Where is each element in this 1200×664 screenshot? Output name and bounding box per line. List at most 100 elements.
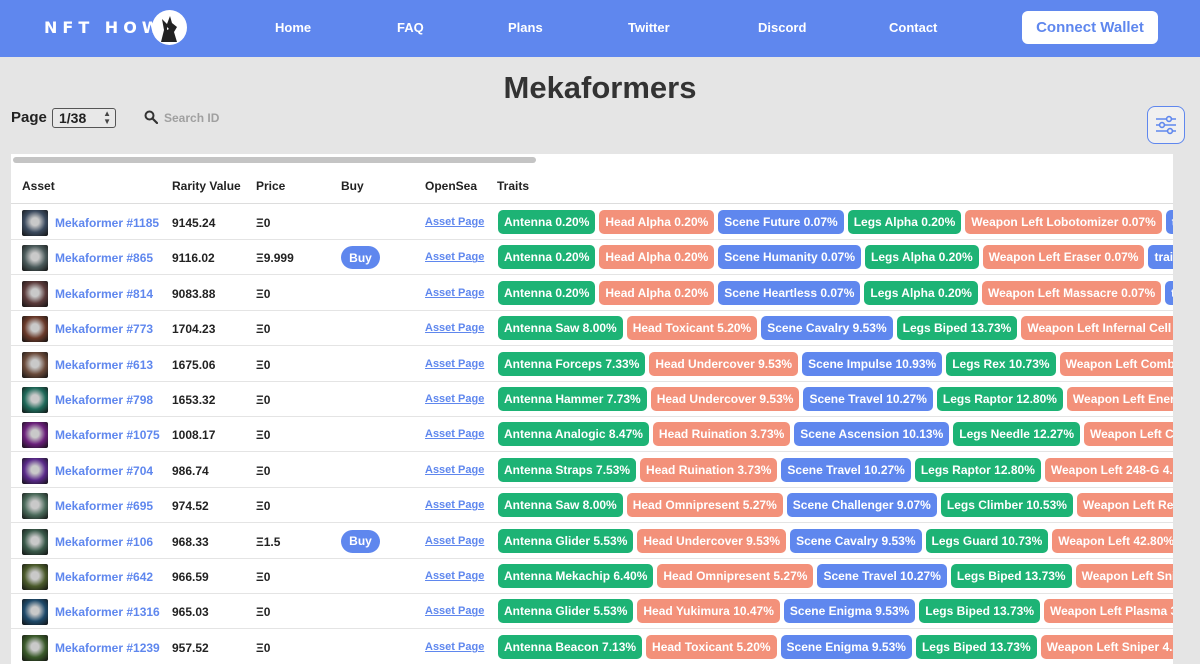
trait-badge[interactable]: Head Ruination 3.73% (652, 422, 791, 447)
asset-thumbnail[interactable] (22, 493, 48, 520)
asset-thumbnail[interactable] (22, 422, 48, 449)
trait-badge[interactable]: Weapon Left Com (1084, 422, 1173, 447)
trait-badge[interactable]: Weapon Left Lobotomizer 0.07% (965, 210, 1162, 234)
trait-badge[interactable]: Antenna Analogic 8.47% (498, 422, 649, 447)
trait-badge[interactable]: Antenna Glider 5.53% (498, 599, 634, 624)
asset-thumbnail[interactable] (22, 210, 48, 236)
trait-badge[interactable]: Legs Raptor 12.80% (914, 457, 1041, 482)
opensea-asset-page-link[interactable]: Asset Page (425, 535, 484, 547)
trait-badge[interactable]: Head Omnipresent 5.27% (626, 493, 783, 518)
trait-badge[interactable]: Weapon Left Eraser 0.07% (982, 245, 1145, 270)
trait-badge[interactable]: Legs Climber 10.53% (940, 493, 1073, 518)
trait-badge[interactable]: Scene Travel 10.27% (803, 387, 933, 411)
trait-badge[interactable]: Head Yukimura 10.47% (637, 599, 780, 624)
trait-badge[interactable]: Scene Travel 10.27% (781, 457, 911, 482)
trait-badge[interactable]: Scene Heartless 0.07% (718, 280, 861, 305)
trait-badge[interactable]: Antenna 0.20% (498, 245, 596, 270)
nav-faq-link[interactable]: FAQ (397, 20, 424, 35)
trait-badge[interactable]: Head Toxicant 5.20% (646, 634, 777, 659)
trait-badge[interactable]: Weapon Left Energ (1066, 387, 1173, 411)
trait-badge[interactable]: tra (1165, 280, 1173, 305)
trait-badge[interactable]: Legs Needle 12.27% (953, 422, 1080, 447)
asset-name-link[interactable]: Mekaformer #1185 (55, 216, 159, 230)
trait-badge[interactable]: Head Undercover 9.53% (637, 528, 787, 553)
filter-button[interactable] (1147, 106, 1185, 144)
trait-badge[interactable]: Head Toxicant 5.20% (626, 316, 758, 341)
trait-badge[interactable]: Legs Rex 10.73% (946, 351, 1056, 376)
connect-wallet-button[interactable]: Connect Wallet (1022, 11, 1158, 44)
nav-contact-link[interactable]: Contact (889, 20, 937, 35)
trait-badge[interactable]: Head Alpha 0.20% (599, 280, 715, 305)
opensea-asset-page-link[interactable]: Asset Page (425, 499, 484, 511)
asset-name-link[interactable]: Mekaformer #695 (55, 499, 153, 513)
trait-badge[interactable]: Antenna Saw 8.00% (498, 493, 623, 518)
trait-badge[interactable]: Legs Biped 13.73% (915, 634, 1037, 659)
trait-badge[interactable]: Scene Travel 10.27% (817, 564, 947, 588)
asset-thumbnail[interactable] (22, 316, 48, 343)
opensea-asset-page-link[interactable]: Asset Page (425, 393, 484, 405)
opensea-asset-page-link[interactable]: Asset Page (425, 251, 484, 263)
nav-plans-link[interactable]: Plans (508, 20, 543, 35)
asset-thumbnail[interactable] (22, 245, 48, 272)
trait-badge[interactable]: Head Alpha 0.20% (599, 210, 715, 234)
trait-badge[interactable]: Legs Alpha 0.20% (847, 210, 962, 234)
opensea-asset-page-link[interactable]: Asset Page (425, 464, 484, 476)
trait-badge[interactable]: Weapon Left Reve (1076, 493, 1173, 518)
trait-badge[interactable]: Antenna Glider 5.53% (498, 528, 634, 553)
trait-badge[interactable]: Weapon Left Massacre 0.07% (981, 280, 1162, 305)
asset-name-link[interactable]: Mekaformer #798 (55, 393, 153, 407)
asset-name-link[interactable]: Mekaformer #613 (55, 358, 153, 372)
trait-badge[interactable]: Weapon Left Infernal Cell S (1021, 316, 1173, 341)
trait-badge[interactable]: Antenna Saw 8.00% (498, 316, 623, 341)
trait-badge[interactable]: Scene Impulse 10.93% (802, 351, 943, 376)
trait-badge[interactable]: Scene Enigma 9.53% (783, 599, 916, 624)
asset-name-link[interactable]: Mekaformer #773 (55, 322, 153, 336)
trait-badge[interactable]: Scene Cavalry 9.53% (790, 528, 922, 553)
trait-badge[interactable]: Antenna 0.20% (498, 280, 596, 305)
trait-badge[interactable]: Scene Enigma 9.53% (780, 634, 912, 659)
trait-badge[interactable]: Weapon Left Snip (1075, 564, 1173, 588)
asset-thumbnail[interactable] (22, 387, 48, 413)
asset-thumbnail[interactable] (22, 564, 48, 590)
asset-name-link[interactable]: Mekaformer #1316 (55, 605, 160, 619)
opensea-asset-page-link[interactable]: Asset Page (425, 358, 484, 370)
asset-name-link[interactable]: Mekaformer #1075 (55, 428, 160, 442)
trait-badge[interactable]: Antenna Straps 7.53% (498, 457, 637, 482)
trait-badge[interactable]: Scene Challenger 9.07% (786, 493, 937, 518)
trait-badge[interactable]: Antenna Forceps 7.33% (498, 351, 646, 376)
nav-discord-link[interactable]: Discord (758, 20, 806, 35)
header-rarity[interactable]: Rarity Value (172, 179, 241, 193)
trait-badge[interactable]: Legs Alpha 0.20% (865, 245, 979, 270)
header-price[interactable]: Price (256, 179, 285, 193)
asset-thumbnail[interactable] (22, 351, 48, 378)
trait-badge[interactable]: Antenna Mekachip 6.40% (498, 564, 654, 588)
asset-name-link[interactable]: Mekaformer #106 (55, 535, 153, 549)
trait-badge[interactable]: Head Ruination 3.73% (640, 457, 778, 482)
page-select[interactable]: 1/38 ▲ ▼ (52, 108, 116, 128)
trait-badge[interactable]: Scene Ascension 10.13% (794, 422, 950, 447)
trait-badge[interactable]: Head Alpha 0.20% (599, 245, 715, 270)
trait-badge[interactable]: Antenna 0.20% (498, 210, 596, 234)
trait-badge[interactable]: Head Omnipresent 5.27% (657, 564, 814, 588)
trait-badge[interactable]: Legs Guard 10.73% (925, 528, 1049, 553)
search-input[interactable] (164, 109, 324, 127)
trait-badge[interactable]: trait (1165, 210, 1173, 234)
asset-name-link[interactable]: Mekaformer #642 (55, 570, 153, 584)
trait-badge[interactable]: Legs Biped 13.73% (896, 316, 1018, 341)
opensea-asset-page-link[interactable]: Asset Page (425, 322, 484, 334)
trait-badge[interactable]: Scene Future 0.07% (718, 210, 844, 234)
buy-button[interactable]: Buy (341, 529, 380, 553)
trait-badge[interactable]: Legs Biped 13.73% (950, 564, 1072, 588)
trait-badge[interactable]: Weapon Left Sniper 4.27 (1040, 634, 1173, 659)
asset-thumbnail[interactable] (22, 528, 48, 555)
trait-badge[interactable]: Legs Biped 13.73% (919, 599, 1041, 624)
trait-badge[interactable]: Weapon Left Combat (1059, 351, 1173, 376)
trait-badge[interactable]: Scene Humanity 0.07% (718, 245, 862, 270)
opensea-asset-page-link[interactable]: Asset Page (425, 216, 484, 228)
trait-badge[interactable]: Weapon Left 248-G 4.00 (1044, 457, 1173, 482)
asset-name-link[interactable]: Mekaformer #1239 (55, 641, 160, 655)
trait-badge[interactable]: Scene Cavalry 9.53% (761, 316, 893, 341)
opensea-asset-page-link[interactable]: Asset Page (425, 428, 484, 440)
trait-badge[interactable]: Weapon Left 42.80% (1052, 528, 1173, 553)
asset-thumbnail[interactable] (22, 457, 48, 484)
